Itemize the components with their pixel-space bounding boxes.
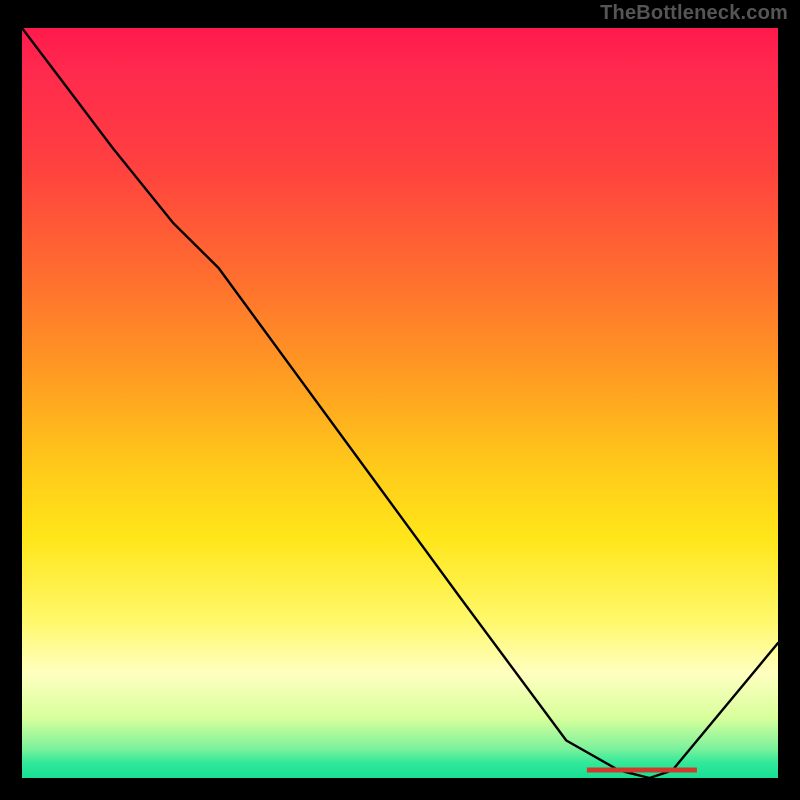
chart-frame <box>22 28 778 778</box>
attribution-label: TheBottleneck.com <box>600 2 788 25</box>
chart-container: TheBottleneck.com <box>0 0 800 800</box>
curve-path <box>22 28 778 778</box>
marker-segment <box>587 768 697 773</box>
marker-group <box>587 768 697 773</box>
line-chart-svg <box>22 28 778 778</box>
plot-area <box>22 28 778 778</box>
